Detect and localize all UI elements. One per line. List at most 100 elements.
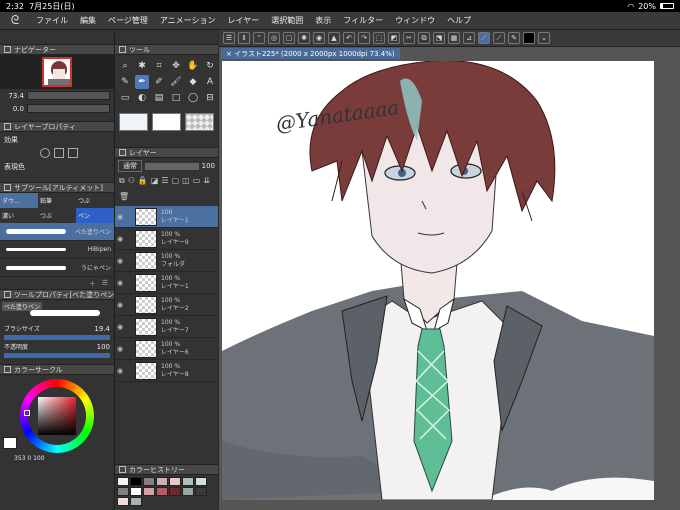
- visibility-eye-icon[interactable]: ◉: [115, 323, 125, 331]
- color-history-header[interactable]: カラーヒストリー: [115, 464, 218, 475]
- effect-tone-icon[interactable]: [54, 148, 64, 158]
- saturation-value-square[interactable]: [38, 397, 76, 435]
- color-history-swatch[interactable]: [169, 477, 181, 486]
- layer-row[interactable]: ◉ 100 % レイヤー7: [115, 316, 218, 338]
- lasso-icon[interactable]: ◯: [186, 91, 200, 105]
- delete-layer-icon[interactable]: 🗑: [119, 192, 129, 204]
- flip-icon[interactable]: ⇕: [238, 32, 250, 44]
- subtool-tab[interactable]: つぶ: [76, 193, 114, 208]
- zoom-value[interactable]: 73.4: [4, 92, 24, 100]
- move-icon[interactable]: ✥: [169, 59, 183, 73]
- redo-icon[interactable]: ↷: [358, 32, 370, 44]
- menu-help[interactable]: ヘルプ: [441, 15, 477, 26]
- angle-value[interactable]: 0.0: [4, 105, 24, 113]
- canvas-paper[interactable]: @Yanataaaa: [222, 61, 654, 500]
- layer-row[interactable]: ◉ 100 レイヤー1: [115, 206, 218, 228]
- fill-selection-icon[interactable]: ▦: [448, 32, 460, 44]
- snap-special-icon[interactable]: ⟋: [493, 32, 505, 44]
- layer-row[interactable]: ◉ 100 % レイヤー6: [115, 338, 218, 360]
- transform-icon[interactable]: ⬔: [433, 32, 445, 44]
- eraser-icon[interactable]: ▭: [118, 91, 132, 105]
- layer-row[interactable]: ◉ 100 % フォルダ: [115, 250, 218, 272]
- crop-icon[interactable]: ⌗: [152, 59, 166, 73]
- new-raster-icon[interactable]: ▢: [172, 176, 180, 189]
- color-history-swatch[interactable]: [117, 497, 129, 506]
- color-history-swatch[interactable]: [130, 477, 142, 486]
- menu-layer[interactable]: レイヤー: [222, 15, 266, 26]
- menu-file[interactable]: ファイル: [30, 15, 74, 26]
- undo-icon[interactable]: ↶: [343, 32, 355, 44]
- pen-icon[interactable]: ✒: [135, 75, 149, 89]
- fill-icon[interactable]: ◆: [186, 75, 200, 89]
- effect-layer-color-icon[interactable]: [68, 148, 78, 158]
- document-tab[interactable]: × イラスト225* (2000 x 2000px 1000dpi 73.4%): [221, 48, 400, 59]
- ruler-snap-icon[interactable]: ⊿: [463, 32, 475, 44]
- visibility-eye-icon[interactable]: ◉: [115, 213, 125, 221]
- brush-item[interactable]: HiBipen: [0, 241, 114, 259]
- layer-menu-icon[interactable]: ☰: [161, 176, 168, 189]
- color-history-swatch[interactable]: [195, 477, 207, 486]
- color-history-swatch[interactable]: [156, 477, 168, 486]
- color-history-swatch[interactable]: [195, 487, 207, 496]
- tool-header[interactable]: ツール: [115, 44, 218, 55]
- visibility-eye-icon[interactable]: ◉: [115, 279, 125, 287]
- ref-layer-icon[interactable]: ⚇: [128, 176, 135, 189]
- app-logo-icon[interactable]: ᘓ: [0, 13, 30, 28]
- auto-select-icon[interactable]: ✱: [135, 59, 149, 73]
- color-history-swatch[interactable]: [156, 487, 168, 496]
- visibility-eye-icon[interactable]: ◉: [115, 235, 125, 243]
- clip-icon[interactable]: ⧉: [119, 176, 125, 189]
- deselect-icon[interactable]: ⬚: [373, 32, 385, 44]
- subtool-tab[interactable]: ペン: [76, 208, 114, 223]
- merge-down-icon[interactable]: ⇊: [203, 176, 210, 189]
- subtool-tab[interactable]: ダウ...: [0, 193, 38, 208]
- color-circle-header[interactable]: カラーサークル: [0, 364, 114, 375]
- color-circle[interactable]: [0, 375, 114, 455]
- angle-slider[interactable]: [27, 104, 110, 113]
- chevron-down-icon[interactable]: ⌄: [538, 32, 550, 44]
- effect-border-icon[interactable]: [40, 148, 50, 158]
- color-history-swatch[interactable]: [169, 487, 181, 496]
- blend-mode-select[interactable]: 通常: [118, 160, 142, 172]
- sub-color-box[interactable]: [152, 113, 181, 131]
- zoom-icon[interactable]: ⌕: [118, 59, 132, 73]
- text-icon[interactable]: A: [203, 75, 217, 89]
- close-tab-icon[interactable]: ×: [226, 50, 234, 58]
- subtool-tab[interactable]: 濃い: [0, 208, 38, 223]
- nav-up-icon[interactable]: ⌃: [253, 32, 265, 44]
- cut-icon[interactable]: ✂: [403, 32, 415, 44]
- main-color-box[interactable]: [119, 113, 148, 131]
- color-history-swatch[interactable]: [117, 477, 129, 486]
- brush-item[interactable]: べた塗りペン: [0, 223, 114, 241]
- mask-icon[interactable]: ◪: [151, 176, 159, 189]
- brush-icon[interactable]: 🖌: [169, 75, 183, 89]
- menu-icon[interactable]: ☰: [223, 32, 235, 44]
- opacity-value[interactable]: 100: [97, 343, 110, 351]
- layer-header[interactable]: レイヤー: [115, 147, 218, 158]
- lock-icon[interactable]: 🔒: [138, 176, 148, 189]
- ruler-icon[interactable]: ⊟: [203, 91, 217, 105]
- main-color-swatch[interactable]: [3, 437, 17, 449]
- snap-line-icon[interactable]: ⟋: [478, 32, 490, 44]
- subtool-header[interactable]: サブツール[アルティメット]: [0, 182, 114, 193]
- menu-animation[interactable]: アニメーション: [154, 15, 222, 26]
- menu-page[interactable]: ページ管理: [102, 15, 154, 26]
- color-picker-handle[interactable]: [24, 410, 30, 416]
- subtool-menu-icon[interactable]: ☰: [102, 279, 108, 287]
- navigator-preview[interactable]: [0, 55, 114, 89]
- eyedropper-icon[interactable]: ✎: [118, 75, 132, 89]
- menu-filter[interactable]: フィルター: [337, 15, 389, 26]
- menu-view[interactable]: 表示: [309, 15, 337, 26]
- layer-opacity-slider[interactable]: [145, 162, 199, 170]
- blend-icon[interactable]: ◐: [135, 91, 149, 105]
- hand-icon[interactable]: ✋: [186, 59, 200, 73]
- brightness-icon[interactable]: ✺: [298, 32, 310, 44]
- visibility-eye-icon[interactable]: ◉: [115, 367, 125, 375]
- invert-icon[interactable]: ◩: [388, 32, 400, 44]
- layer-opacity-value[interactable]: 100: [202, 162, 215, 170]
- layer-property-header[interactable]: レイヤープロパティ: [0, 121, 114, 132]
- layer-row[interactable]: ◉ 100 % レイヤー1: [115, 272, 218, 294]
- transparent-color-box[interactable]: [185, 113, 214, 131]
- color-history-swatch[interactable]: [130, 497, 142, 506]
- color-history-swatch[interactable]: [182, 477, 194, 486]
